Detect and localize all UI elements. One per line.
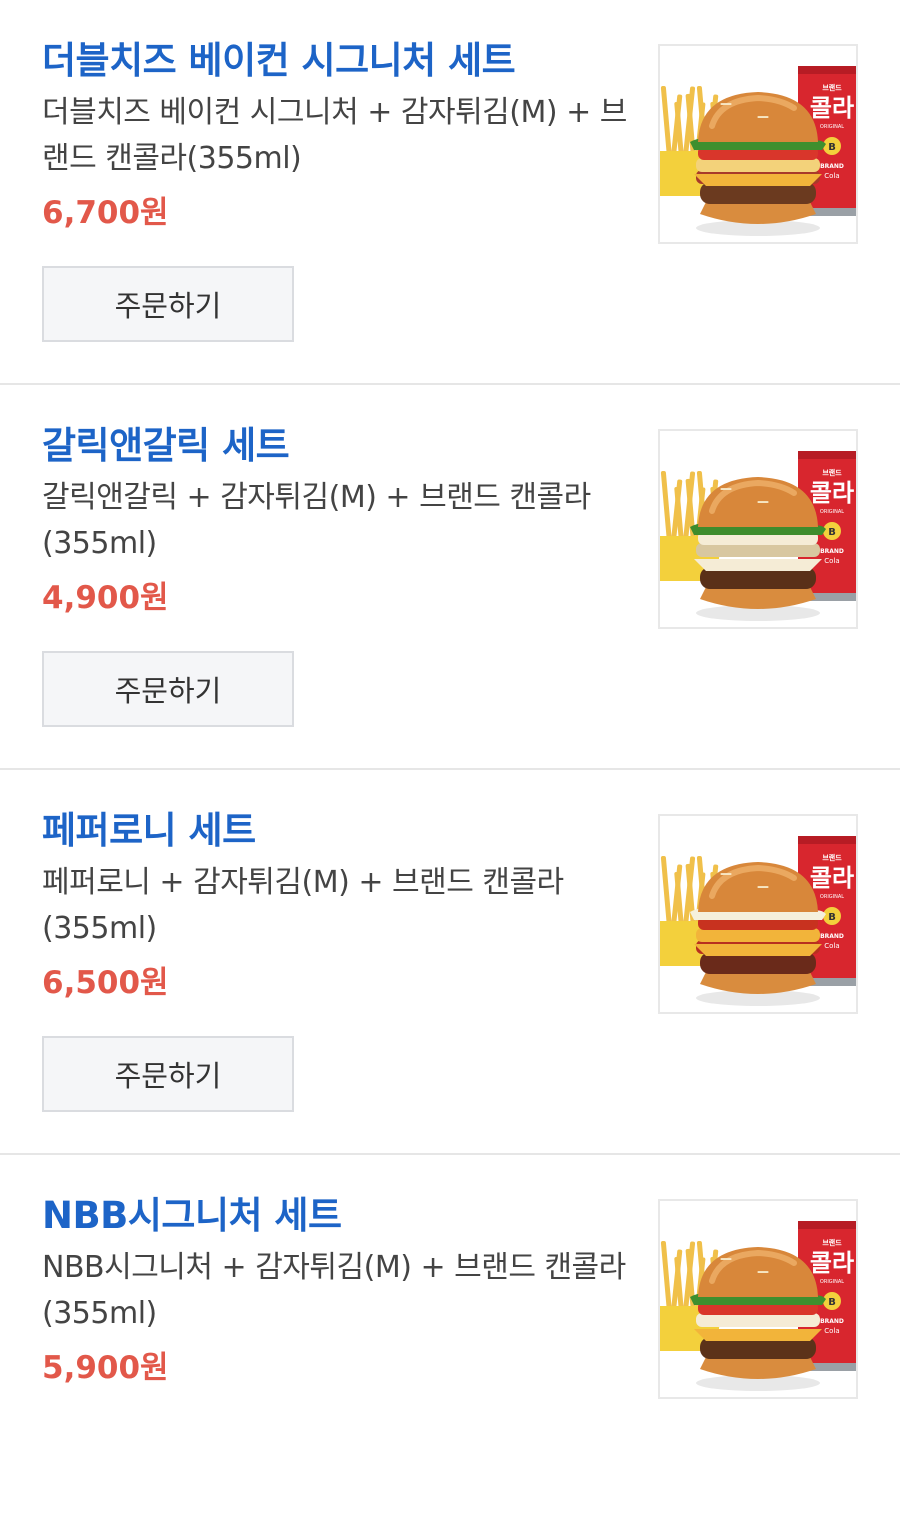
burger-set-image[interactable]: 브랜드콜라 ORIGINAL B BRAND Cola: [658, 429, 858, 629]
can-logo-text: B: [828, 142, 836, 153]
menu-item-title[interactable]: 페퍼로니 세트: [42, 806, 627, 856]
can-brand-text: 브랜드: [822, 83, 842, 92]
menu-item-description: 페퍼로니 + 감자튀김(M) + 브랜드 캔콜라(355ml): [42, 865, 564, 946]
menu-item-title[interactable]: NBB시그니처 세트: [42, 1191, 627, 1241]
can-brand-word: BRAND: [820, 933, 844, 940]
can-original-text: ORIGINAL: [820, 894, 844, 900]
can-brand-word: BRAND: [820, 548, 844, 555]
burger-illustration: [690, 1247, 826, 1391]
burger-set-image[interactable]: 브랜드콜라 ORIGINAL B BRAND Cola: [658, 44, 858, 244]
menu-item[interactable]: NBB시그니처 세트 NBB시그니처 + 감자튀김(M) + 브랜드 캔콜라(3…: [0, 1155, 900, 1540]
menu-item-text: 갈릭앤갈릭 세트 갈릭앤갈릭 + 감자튀김(M) + 브랜드 캔콜라(355ml…: [42, 421, 627, 623]
menu-item-description: 갈릭앤갈릭 + 감자튀김(M) + 브랜드 캔콜라(355ml): [42, 480, 591, 561]
burger-set-image[interactable]: 브랜드콜라 ORIGINAL B BRAND Cola: [658, 814, 858, 1014]
can-label-text: 콜라: [810, 479, 854, 507]
menu-item-description: NBB시그니처 + 감자튀김(M) + 브랜드 캔콜라(355ml): [42, 1250, 626, 1331]
burger-illustration: [690, 92, 826, 236]
burger-set-image[interactable]: 브랜드콜라 ORIGINAL B BRAND Cola: [658, 1199, 858, 1399]
menu-item[interactable]: 더블치즈 베이컨 시그니처 세트 더블치즈 베이컨 시그니처 + 감자튀김(M)…: [0, 0, 900, 385]
order-button[interactable]: 주문하기: [42, 651, 294, 727]
menu-list: 더블치즈 베이컨 시그니처 세트 더블치즈 베이컨 시그니처 + 감자튀김(M)…: [0, 0, 900, 1540]
menu-item-title[interactable]: 더블치즈 베이컨 시그니처 세트: [42, 36, 627, 86]
menu-item-price: 4,900원: [42, 580, 169, 616]
menu-item-text: 더블치즈 베이컨 시그니처 세트 더블치즈 베이컨 시그니처 + 감자튀김(M)…: [42, 36, 627, 238]
can-label-text: 콜라: [810, 1249, 854, 1277]
menu-item-price: 6,700원: [42, 195, 169, 231]
can-label-text: 콜라: [810, 864, 854, 892]
menu-item[interactable]: 페퍼로니 세트 페퍼로니 + 감자튀김(M) + 브랜드 캔콜라(355ml) …: [0, 770, 900, 1155]
order-button[interactable]: 주문하기: [42, 1036, 294, 1112]
menu-item-price: 5,900원: [42, 1350, 169, 1386]
can-brand-text: 브랜드: [822, 1238, 842, 1247]
can-brand-word: BRAND: [820, 163, 844, 170]
can-label-text: 콜라: [810, 94, 854, 122]
menu-item-title[interactable]: 갈릭앤갈릭 세트: [42, 421, 627, 471]
menu-item-text: 페퍼로니 세트 페퍼로니 + 감자튀김(M) + 브랜드 캔콜라(355ml) …: [42, 806, 627, 1008]
can-original-text: ORIGINAL: [820, 509, 844, 515]
burger-illustration: [690, 477, 826, 621]
can-cola-word: Cola: [824, 172, 839, 180]
burger-illustration: [690, 862, 826, 1006]
menu-item-description: 더블치즈 베이컨 시그니처 + 감자튀김(M) + 브랜드 캔콜라(355ml): [42, 95, 627, 176]
order-button[interactable]: 주문하기: [42, 266, 294, 342]
can-brand-text: 브랜드: [822, 853, 842, 862]
can-original-text: ORIGINAL: [820, 124, 844, 130]
menu-item[interactable]: 갈릭앤갈릭 세트 갈릭앤갈릭 + 감자튀김(M) + 브랜드 캔콜라(355ml…: [0, 385, 900, 770]
can-logo-text: B: [828, 1297, 836, 1308]
menu-item-text: NBB시그니처 세트 NBB시그니처 + 감자튀김(M) + 브랜드 캔콜라(3…: [42, 1191, 627, 1393]
can-brand-text: 브랜드: [822, 468, 842, 477]
menu-item-price: 6,500원: [42, 965, 169, 1001]
can-cola-word: Cola: [824, 942, 839, 950]
can-original-text: ORIGINAL: [820, 1279, 844, 1285]
can-logo-text: B: [828, 527, 836, 538]
can-brand-word: BRAND: [820, 1318, 844, 1325]
can-logo-text: B: [828, 912, 836, 923]
can-cola-word: Cola: [824, 1327, 839, 1335]
can-cola-word: Cola: [824, 557, 839, 565]
